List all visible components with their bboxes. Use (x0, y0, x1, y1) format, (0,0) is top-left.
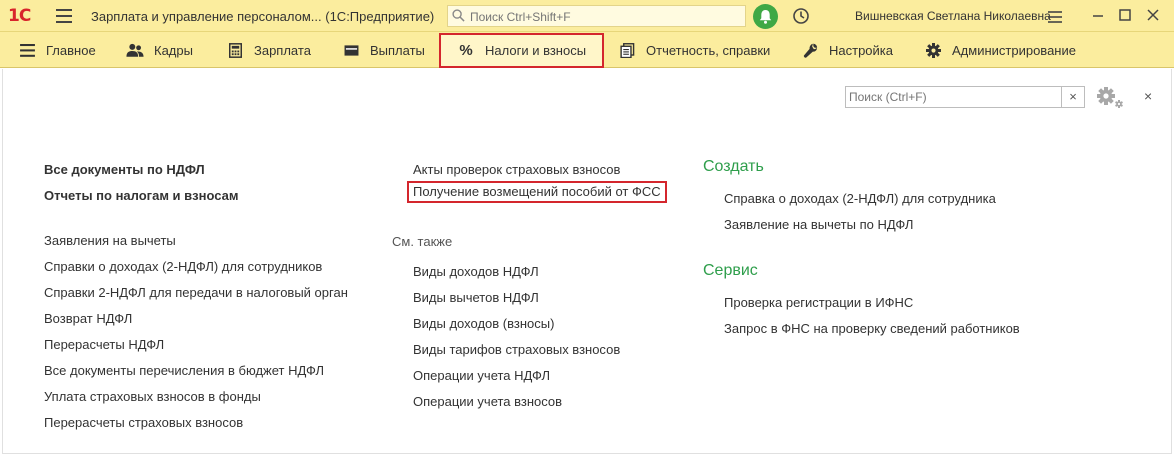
see-also-heading: См. также (392, 234, 453, 249)
section-label: Налоги и взносы (485, 43, 587, 58)
bell-icon (759, 10, 772, 24)
panel-settings-icon[interactable] (1096, 85, 1124, 109)
link-fns-employee-check-request[interactable]: Запрос в ФНС на проверку сведений работн… (724, 321, 1020, 337)
title-bar: 1С Зарплата и управление персоналом... (… (0, 0, 1174, 32)
link-insurance-payments[interactable]: Уплата страховых взносов в фонды (44, 389, 261, 405)
sections-panel: Главное Кадры Зарплата Выплаты % Налоги … (0, 32, 1174, 68)
link-ndfl-recalculations[interactable]: Перерасчеты НДФЛ (44, 337, 164, 353)
link-deduction-applications[interactable]: Заявления на вычеты (44, 233, 176, 249)
link-fss-reimbursements[interactable]: Получение возмещений пособий от ФСС (407, 181, 667, 203)
documents-icon (618, 41, 636, 59)
section-label: Отчетность, справки (646, 42, 771, 58)
history-icon[interactable] (792, 7, 810, 25)
link-contribution-operations[interactable]: Операции учета взносов (413, 394, 562, 410)
section-taxes[interactable]: % Налоги и взносы (439, 33, 605, 68)
calculator-icon (226, 41, 244, 59)
percent-icon: % (459, 42, 473, 59)
search-icon (452, 9, 465, 22)
section-settings[interactable]: Настройка (801, 32, 893, 68)
create-group-heading: Создать (703, 158, 764, 175)
link-ndfl-deduction-types[interactable]: Виды вычетов НДФЛ (413, 290, 539, 306)
link-ndfl-operations[interactable]: Операции учета НДФЛ (413, 368, 550, 384)
clear-search-button[interactable]: × (1062, 87, 1084, 107)
settings-menu-icon[interactable] (1047, 9, 1063, 25)
link-create-deduction-application[interactable]: Заявление на вычеты по НДФЛ (724, 217, 913, 233)
link-income-types-contributions[interactable]: Виды доходов (взносы) (413, 316, 554, 332)
section-label: Выплаты (370, 42, 425, 58)
section-label: Главное (46, 42, 96, 58)
link-income-certificates-employees[interactable]: Справки о доходах (2-НДФЛ) для сотрудник… (44, 259, 322, 275)
link-insurance-tariff-types[interactable]: Виды тарифов страховых взносов (413, 342, 620, 358)
minimize-icon[interactable] (1091, 8, 1105, 22)
section-hr[interactable]: Кадры (126, 32, 193, 68)
section-label: Зарплата (254, 42, 311, 58)
section-main[interactable]: Главное (18, 32, 96, 68)
link-ndfl-certificates-tax-authority[interactable]: Справки 2-НДФЛ для передачи в налоговый … (44, 285, 348, 301)
link-ndfl-refund[interactable]: Возврат НДФЛ (44, 311, 132, 327)
hamburger-icon (18, 41, 36, 59)
wallet-icon (342, 41, 360, 59)
app-logo: 1С (8, 6, 31, 26)
section-label: Настройка (829, 42, 893, 58)
link-ndfl-budget-transfers[interactable]: Все документы перечисления в бюджет НДФЛ (44, 363, 324, 379)
section-admin[interactable]: Администрирование (924, 32, 1076, 68)
link-create-income-certificate[interactable]: Справка о доходах (2-НДФЛ) для сотрудник… (724, 191, 996, 207)
panel-search-input[interactable] (846, 87, 1062, 107)
link-tax-reports[interactable]: Отчеты по налогам и взносам (44, 188, 238, 204)
link-ifns-registration-check[interactable]: Проверка регистрации в ИФНС (724, 295, 913, 311)
link-ndfl-income-types[interactable]: Виды доходов НДФЛ (413, 264, 539, 280)
notifications-button[interactable] (753, 4, 778, 29)
gear-icon (924, 41, 942, 59)
section-label: Кадры (154, 42, 193, 58)
close-panel-icon[interactable]: × (1144, 88, 1156, 104)
panel-search[interactable]: × (845, 86, 1085, 108)
global-search[interactable] (447, 5, 746, 27)
maximize-icon[interactable] (1118, 8, 1132, 22)
section-payments[interactable]: Выплаты (342, 32, 425, 68)
global-search-input[interactable] (470, 8, 740, 25)
section-label: Администрирование (952, 42, 1076, 58)
service-group-heading: Сервис (703, 262, 758, 279)
link-insurance-audit-acts[interactable]: Акты проверок страховых взносов (413, 162, 620, 178)
current-user[interactable]: Вишневская Светлана Николаевна (855, 9, 1051, 23)
people-icon (126, 41, 144, 59)
link-all-ndfl-documents[interactable]: Все документы по НДФЛ (44, 162, 205, 178)
close-window-icon[interactable] (1146, 8, 1160, 22)
wrench-icon (801, 41, 819, 59)
window-title: Зарплата и управление персоналом... (1С:… (91, 9, 435, 24)
main-menu-icon[interactable] (56, 9, 72, 23)
section-salary[interactable]: Зарплата (226, 32, 311, 68)
section-reports[interactable]: Отчетность, справки (618, 32, 770, 68)
link-insurance-recalculations[interactable]: Перерасчеты страховых взносов (44, 415, 243, 431)
